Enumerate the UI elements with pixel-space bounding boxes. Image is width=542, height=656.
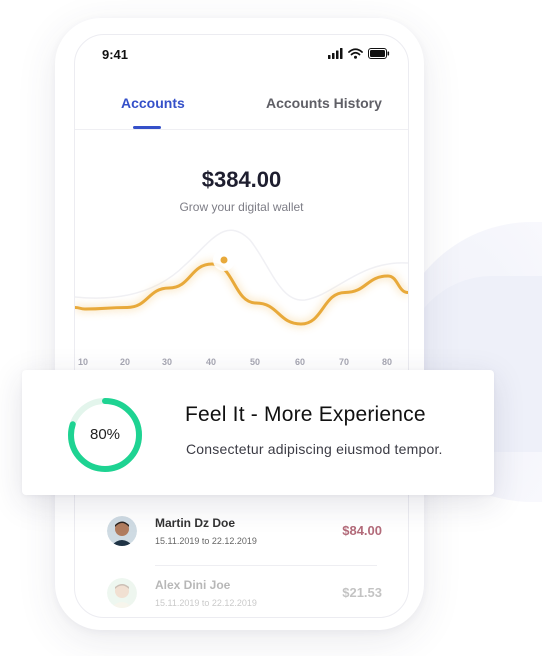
chart-x-tick-label: 60	[295, 357, 306, 367]
wallet-chart	[75, 229, 408, 328]
phone-screen: 9:41 Accounts Accounts History $384.00 G…	[74, 34, 409, 618]
chart-series-line	[75, 262, 408, 326]
chart-x-tick-label: 10	[78, 357, 89, 367]
chart-x-tick-label: 20	[120, 357, 131, 367]
status-icons	[328, 48, 390, 59]
wallet-subtitle: Grow your digital wallet	[179, 200, 304, 214]
transaction-divider	[155, 565, 377, 566]
avatar	[107, 516, 137, 546]
tab-bar: Accounts Accounts History	[75, 95, 408, 130]
progress-label: 80%	[89, 426, 121, 443]
transaction-row[interactable]: Martin Dz Doe 15.11.2019 to 22.12.2019 $…	[107, 516, 382, 552]
chart-x-tick-label: 40	[206, 357, 217, 367]
chart-highlight-point[interactable]	[220, 256, 228, 264]
active-tab-indicator	[133, 126, 161, 129]
battery-icon	[368, 48, 390, 59]
avatar	[107, 578, 137, 608]
chart-x-tick-label: 30	[162, 357, 173, 367]
feature-card: 80% Feel It - More Experience Consectetu…	[22, 370, 494, 495]
tab-accounts[interactable]: Accounts	[121, 95, 185, 111]
transaction-row[interactable]: Alex Dini Joe 15.11.2019 to 22.12.2019 $…	[107, 578, 382, 614]
feature-description: Consectetur adipiscing eiusmod tempor.	[186, 441, 443, 457]
feature-title: Feel It - More Experience	[185, 403, 426, 426]
transaction-amount: $84.00	[342, 523, 382, 538]
chart-x-tick-label: 70	[339, 357, 350, 367]
transaction-dates: 15.11.2019 to 22.12.2019	[155, 598, 257, 608]
chart-x-tick-label: 80	[382, 357, 393, 367]
transaction-name: Martin Dz Doe	[155, 516, 236, 530]
tab-accounts-history[interactable]: Accounts History	[266, 95, 382, 111]
signal-icon	[328, 48, 343, 59]
status-time: 9:41	[102, 47, 129, 62]
transaction-amount: $21.53	[342, 585, 382, 600]
wallet-balance: $384.00	[201, 167, 282, 192]
transaction-dates: 15.11.2019 to 22.12.2019	[155, 536, 257, 546]
wifi-icon	[348, 48, 363, 59]
chart-x-tick-label: 50	[250, 357, 261, 367]
transaction-name: Alex Dini Joe	[155, 578, 231, 592]
